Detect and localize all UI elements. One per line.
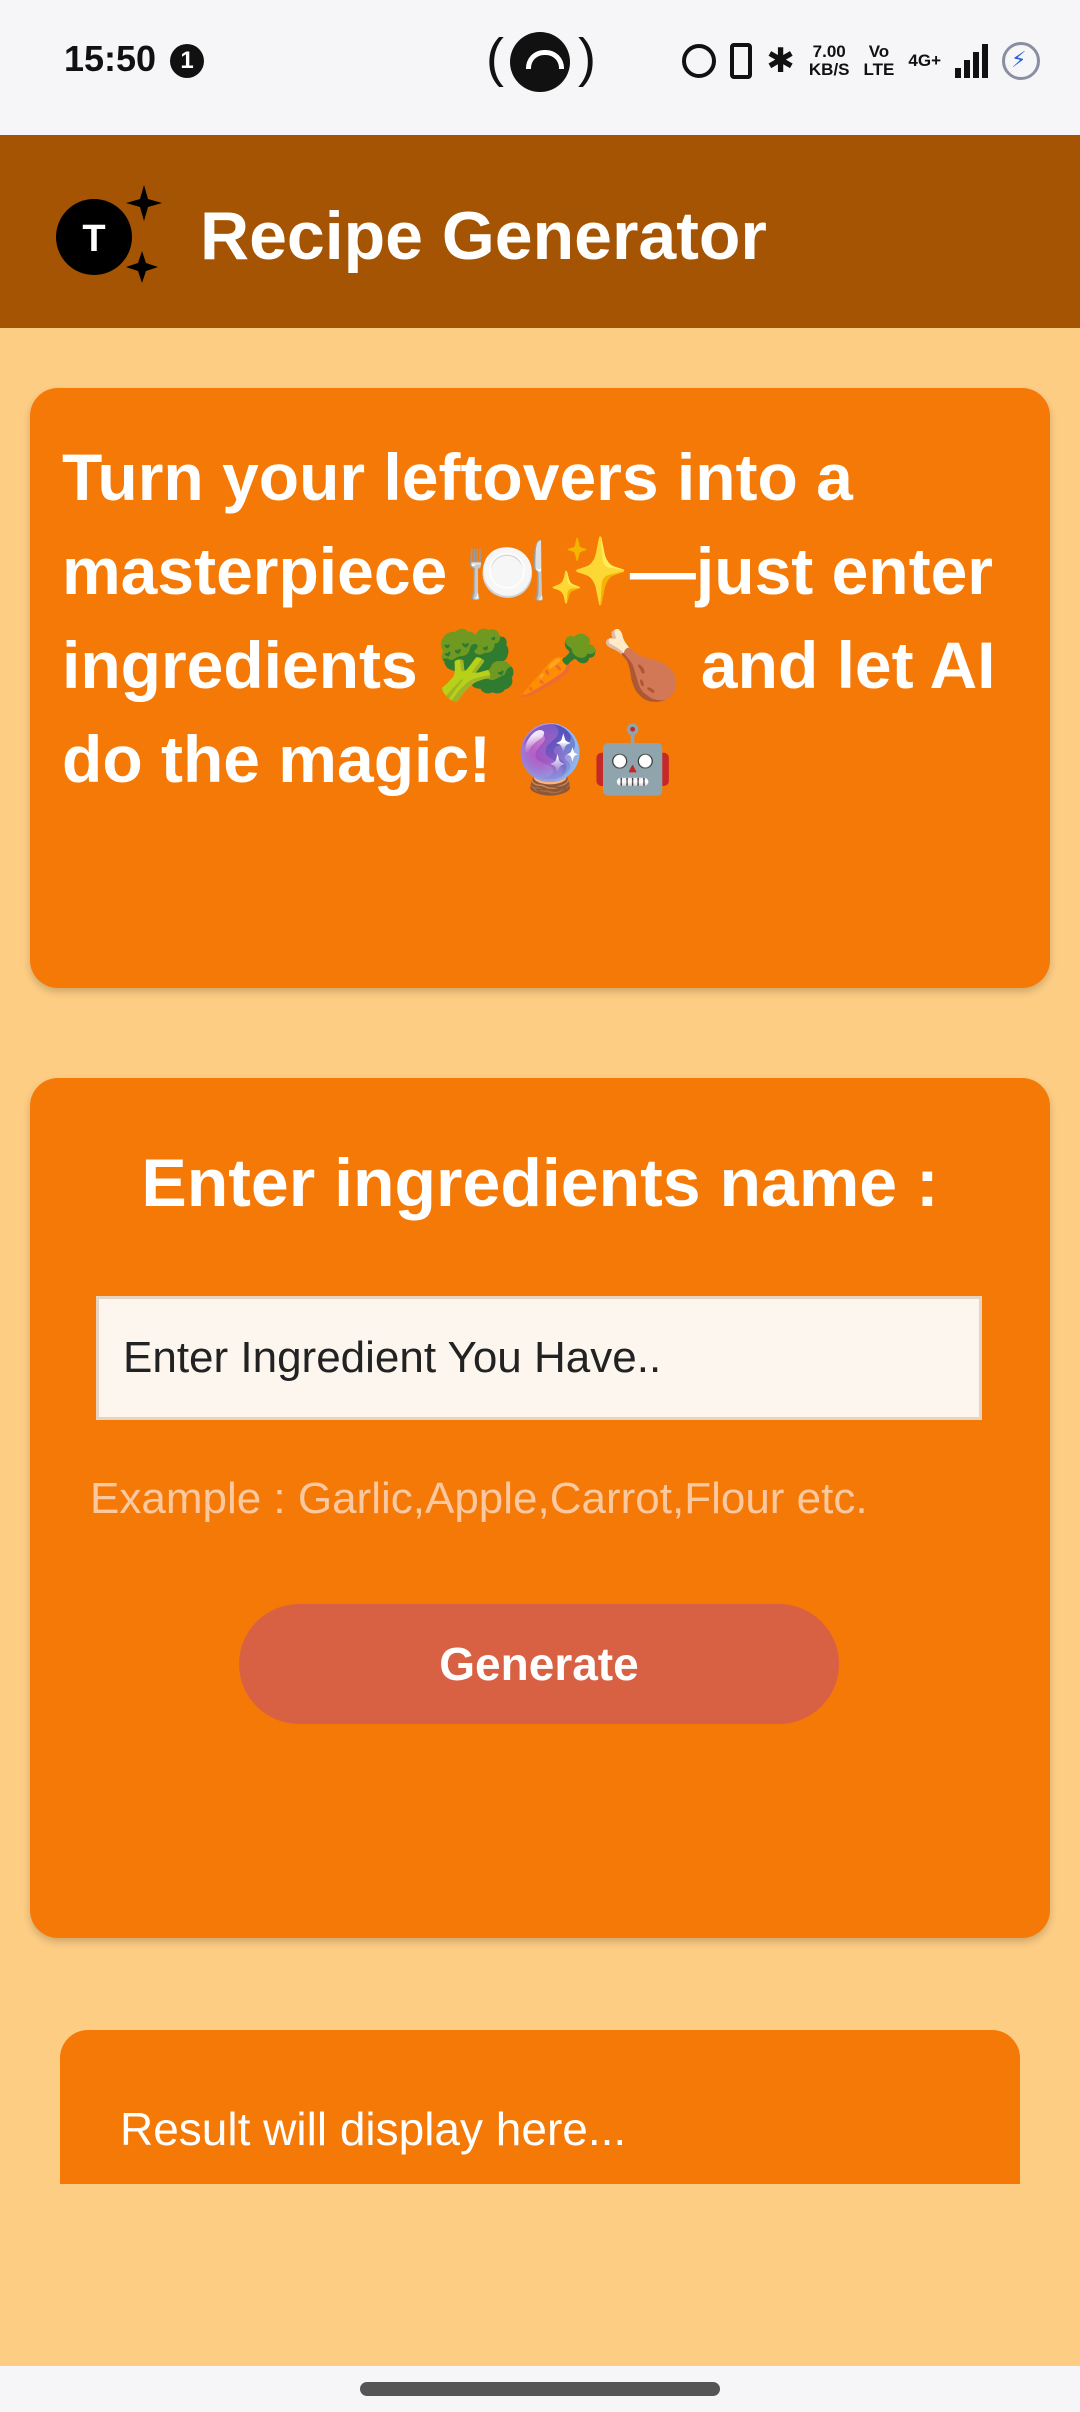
notification-count-badge: 1 — [170, 44, 204, 78]
ingredient-input[interactable] — [96, 1296, 982, 1420]
speed-unit: KB/S — [808, 60, 850, 79]
form-title: Enter ingredients name : — [141, 1145, 939, 1221]
volte-bottom: LTE — [863, 60, 895, 79]
status-time: 15:50 — [64, 38, 157, 79]
logo-icon: T — [56, 185, 162, 283]
example-hint: Example : Garlic,Apple,Carrot,Flour etc. — [90, 1474, 868, 1523]
intro-card: Turn your leftovers into a masterpiece 🍽… — [30, 388, 1050, 988]
generate-button[interactable]: Generate — [239, 1604, 839, 1724]
logo-letter: T — [82, 218, 105, 260]
home-gesture-handle[interactable] — [360, 2382, 720, 2396]
result-text: Result will display here... — [120, 2103, 627, 2155]
hotspot-right-bracket: ) — [578, 28, 596, 88]
volte-icon: Vo LTE — [864, 43, 895, 79]
result-panel: Result will display here... — [60, 2030, 1020, 2184]
signal-icon — [955, 44, 988, 78]
hotspot-icon: ( ) — [486, 28, 596, 96]
battery-charging-icon — [1002, 42, 1040, 80]
hotspot-left-bracket: ( — [486, 28, 504, 88]
app-bar: T Recipe Generator — [0, 135, 1080, 328]
speed-icon: 7.00 KB/S — [809, 43, 850, 79]
intro-tagline: Turn your leftovers into a masterpiece 🍽… — [62, 440, 996, 796]
speed-value: 7.00 — [812, 42, 846, 61]
status-icons: ✱ 7.00 KB/S Vo LTE 4G+ — [682, 38, 1040, 84]
ingredient-form-card: Enter ingredients name : Example : Garli… — [30, 1078, 1050, 1938]
app-title: Recipe Generator — [200, 198, 767, 274]
status-bar: 15:50 1 ( ) ✱ 7.00 KB/S Vo LTE 4G+ — [0, 0, 1080, 135]
navigation-bar — [0, 2366, 1080, 2412]
volte-top: Vo — [868, 42, 890, 61]
network-type: 4G+ — [908, 51, 941, 70]
alarm-icon — [682, 44, 717, 78]
hotspot-dot-icon — [510, 32, 570, 92]
bluetooth-icon: ✱ — [766, 42, 795, 80]
vibrate-icon — [730, 43, 753, 79]
